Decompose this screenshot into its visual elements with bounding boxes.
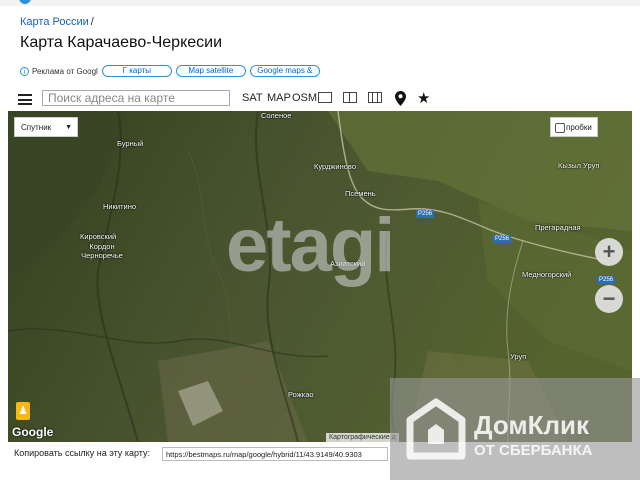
top-bar — [0, 0, 640, 6]
share-link-label: Копировать ссылку на эту карту: — [14, 448, 150, 458]
pegman-icon[interactable]: ♟ — [16, 402, 30, 420]
sat-button[interactable]: SAT — [242, 92, 263, 104]
traffic-toggle[interactable]: пробки — [550, 117, 598, 137]
place-label: Прегарадная — [535, 223, 581, 232]
map-type-value: Спутник — [21, 123, 52, 132]
osm-button[interactable]: OSM — [292, 92, 317, 104]
place-label: Кызыл Уруп — [558, 161, 600, 170]
search-input[interactable] — [42, 90, 230, 106]
place-label: Бурный — [117, 139, 144, 148]
place-label: Рожкао — [288, 390, 314, 399]
place-label: Кировский — [80, 232, 117, 241]
location-pin-icon[interactable] — [395, 91, 406, 106]
split-two-view-icon[interactable] — [343, 92, 357, 103]
traffic-label: пробки — [566, 123, 592, 132]
ad-row: i Реклама от Googl Г карты Map satellite… — [20, 64, 320, 78]
place-label: Никитино — [103, 202, 137, 211]
zoom-out-button[interactable]: − — [595, 285, 623, 313]
breadcrumb-link-russia[interactable]: Карта России — [20, 16, 89, 28]
domclick-watermark: ДомКлик ОТ СБЕРБАНКА — [390, 378, 640, 480]
share-link-input[interactable] — [162, 447, 388, 461]
ad-chip-map-satellite[interactable]: Map satellite — [175, 65, 246, 77]
page-title: Карта Карачаево-Черкесии — [20, 34, 223, 51]
single-view-icon[interactable] — [318, 92, 332, 103]
breadcrumb-separator: / — [90, 16, 94, 28]
favorite-star-icon[interactable]: ★ — [417, 89, 430, 107]
road-badge: Р256 — [493, 235, 512, 243]
ad-chip-google-maps[interactable]: Google maps & — [249, 65, 320, 77]
ad-label: Реклама от Googl — [32, 66, 98, 76]
map-attribution[interactable]: Картографические д — [326, 433, 399, 442]
place-label: Уруп — [510, 352, 527, 361]
logo-edge — [19, 0, 31, 4]
place-label: Соленое — [261, 111, 292, 120]
map-button[interactable]: MAP — [267, 92, 291, 104]
google-logo: Google — [12, 425, 54, 439]
road-badge: Р256 — [597, 276, 616, 284]
info-icon[interactable]: i — [20, 66, 29, 76]
place-label: Курджиново — [314, 162, 357, 171]
domclick-subtitle: ОТ СБЕРБАНКА — [474, 442, 593, 459]
breadcrumb: Карта России / — [20, 16, 94, 28]
place-label: Псемень — [345, 189, 376, 198]
map-type-select[interactable]: Спутник ▼ — [14, 117, 78, 137]
ad-chip-g-maps[interactable]: Г карты — [101, 65, 172, 77]
split-three-view-icon[interactable] — [368, 92, 382, 103]
domclick-title: ДомКлик — [474, 410, 589, 440]
menu-icon[interactable] — [18, 94, 32, 105]
etagi-watermark: etagi — [226, 203, 395, 288]
zoom-in-button[interactable]: + — [595, 238, 623, 266]
domclick-house-icon — [406, 398, 466, 460]
map-toolbar: SAT MAP OSM ★ — [0, 88, 640, 110]
road-badge: Р256 — [416, 210, 435, 218]
chevron-down-icon: ▼ — [65, 124, 72, 131]
place-label: Кордон Черноречье — [81, 242, 123, 260]
traffic-checkbox[interactable] — [555, 123, 565, 133]
place-label: Медногорский — [522, 270, 572, 279]
